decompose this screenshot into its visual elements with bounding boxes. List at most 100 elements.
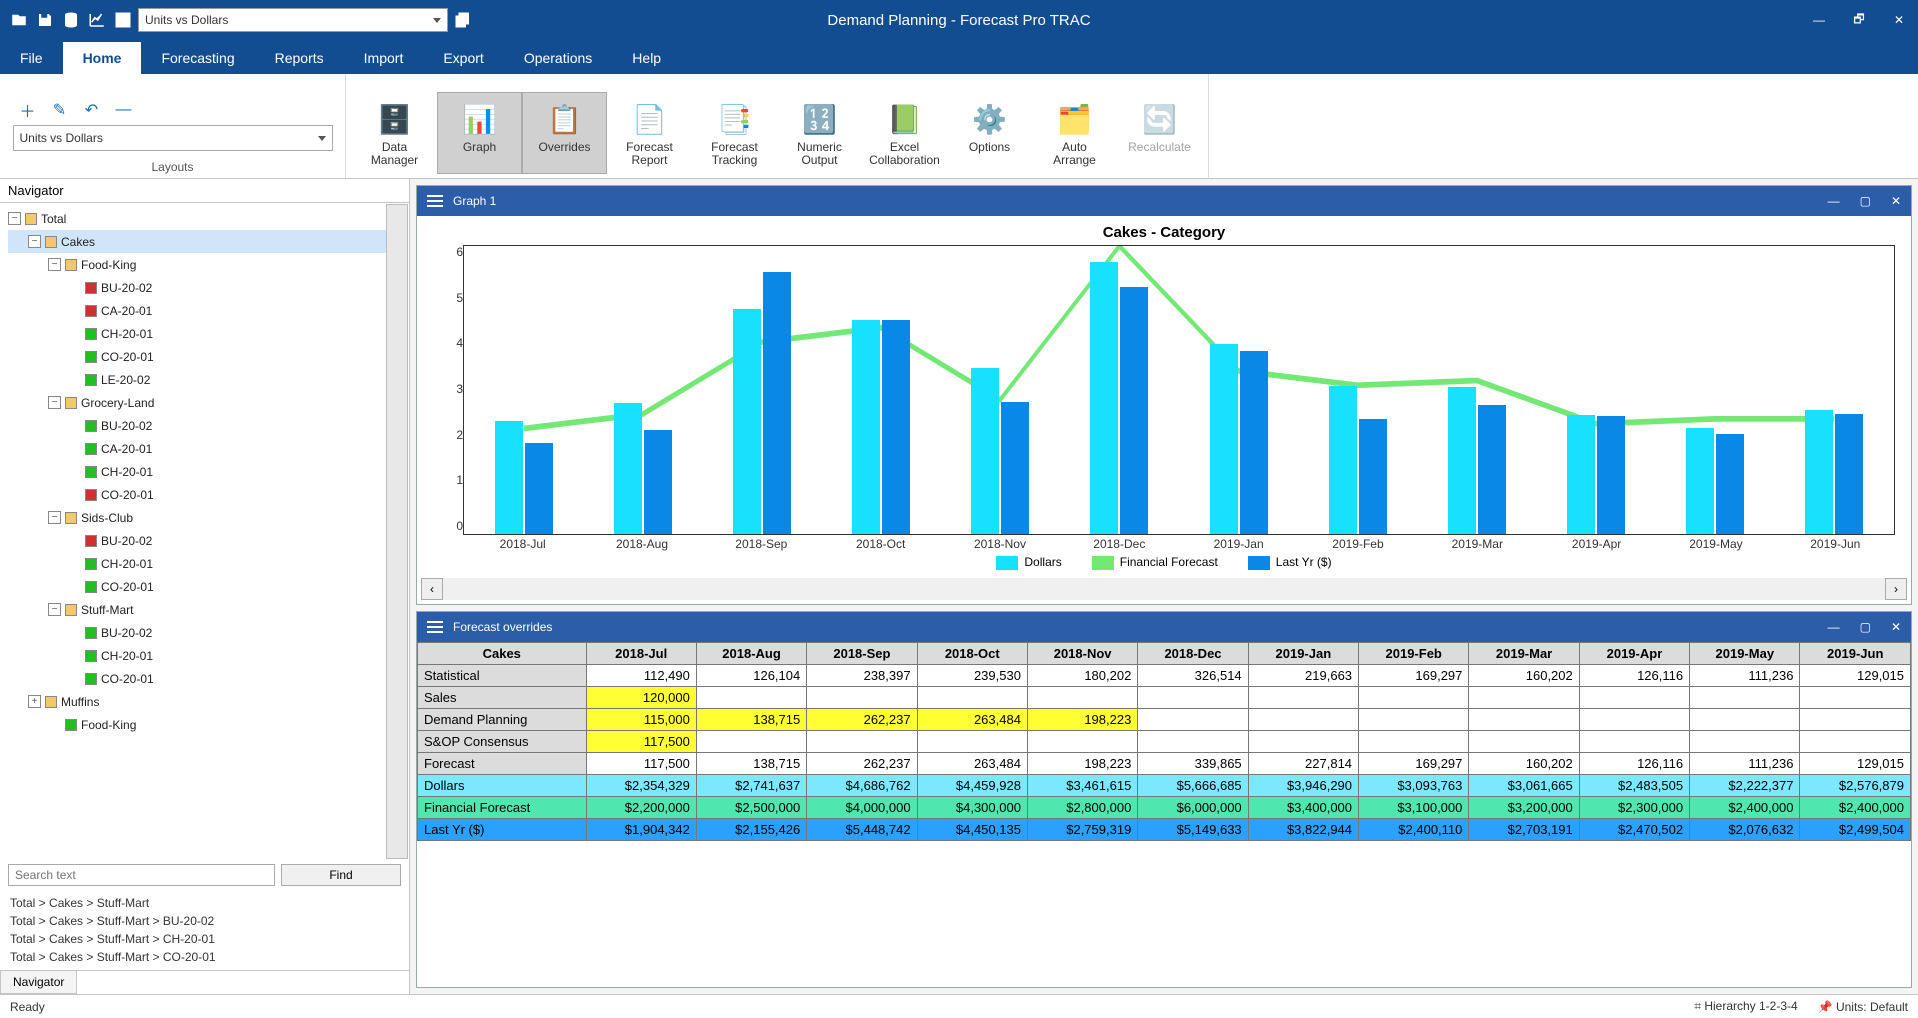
- override-cell[interactable]: $3,093,763: [1359, 775, 1469, 797]
- bar-group[interactable]: [464, 246, 583, 534]
- tree-node[interactable]: CO-20-01: [8, 667, 405, 690]
- override-cell[interactable]: $6,000,000: [1138, 797, 1248, 819]
- override-cell[interactable]: $2,076,632: [1690, 819, 1800, 841]
- override-cell[interactable]: $3,400,000: [1248, 797, 1358, 819]
- menu-import[interactable]: Import: [344, 42, 424, 74]
- undo-layout-icon[interactable]: ↶: [83, 101, 101, 119]
- override-cell[interactable]: 263,484: [917, 709, 1027, 731]
- override-cell[interactable]: [1469, 709, 1579, 731]
- override-cell[interactable]: 126,104: [696, 665, 806, 687]
- tree-node[interactable]: CA-20-01: [8, 299, 405, 322]
- panel-menu-icon[interactable]: [427, 195, 443, 207]
- override-cell[interactable]: $2,470,502: [1579, 819, 1689, 841]
- tree-node[interactable]: + Muffins: [8, 690, 405, 713]
- tree-node[interactable]: BU-20-02: [8, 276, 405, 299]
- override-cell[interactable]: $5,149,633: [1138, 819, 1248, 841]
- override-cell[interactable]: $2,155,426: [696, 819, 806, 841]
- tree-node[interactable]: − Stuff-Mart: [8, 598, 405, 621]
- copy-layout-icon[interactable]: [452, 9, 474, 31]
- chart-plot[interactable]: 2018-Jul2018-Aug2018-Sep2018-Oct2018-Nov…: [463, 245, 1895, 551]
- minimize-icon[interactable]: —: [1808, 9, 1830, 31]
- override-cell[interactable]: $3,461,615: [1027, 775, 1137, 797]
- override-cell[interactable]: [1248, 709, 1358, 731]
- bar-group[interactable]: [1537, 246, 1656, 534]
- override-cell[interactable]: $2,300,000: [1579, 797, 1689, 819]
- override-cell[interactable]: 339,865: [1138, 753, 1248, 775]
- ribbon-recalculate[interactable]: 🔄Recalculate: [1117, 92, 1202, 174]
- ribbon-data-manager[interactable]: 🗄️DataManager: [352, 92, 437, 174]
- tree-node[interactable]: Food-King: [8, 713, 405, 736]
- panel-maximize-icon[interactable]: ▢: [1860, 620, 1871, 634]
- override-cell[interactable]: [1138, 731, 1248, 753]
- override-cell[interactable]: 198,223: [1027, 753, 1137, 775]
- tree-node[interactable]: − Sids-Club: [8, 506, 405, 529]
- ribbon-overrides[interactable]: 📋Overrides: [522, 92, 607, 174]
- override-cell[interactable]: [917, 731, 1027, 753]
- override-cell[interactable]: $3,061,665: [1469, 775, 1579, 797]
- expand-icon[interactable]: −: [48, 511, 61, 524]
- override-cell[interactable]: $2,759,319: [1027, 819, 1137, 841]
- status-hierarchy-icon[interactable]: ⌗ Hierarchy 1-2-3-4: [1694, 999, 1797, 1014]
- override-cell[interactable]: 198,223: [1027, 709, 1137, 731]
- bar-group[interactable]: [1298, 246, 1417, 534]
- override-cell[interactable]: [1800, 709, 1911, 731]
- tree-node[interactable]: CH-20-01: [8, 460, 405, 483]
- overrides-table[interactable]: Cakes2018-Jul2018-Aug2018-Sep2018-Oct201…: [417, 642, 1911, 841]
- override-cell[interactable]: 160,202: [1469, 665, 1579, 687]
- override-cell[interactable]: 126,116: [1579, 753, 1689, 775]
- find-button[interactable]: Find: [281, 864, 401, 886]
- override-cell[interactable]: [1579, 731, 1689, 753]
- tree-node[interactable]: − Total: [8, 207, 405, 230]
- chart-scrollbar[interactable]: [443, 578, 1885, 600]
- path-item[interactable]: Total > Cakes > Stuff-Mart > BU-20-02: [10, 912, 399, 930]
- menu-help[interactable]: Help: [612, 42, 681, 74]
- tree-node[interactable]: CO-20-01: [8, 575, 405, 598]
- override-cell[interactable]: 239,530: [917, 665, 1027, 687]
- override-cell[interactable]: $2,354,329: [586, 775, 696, 797]
- menu-home[interactable]: Home: [63, 42, 142, 74]
- override-cell[interactable]: [1138, 687, 1248, 709]
- override-cell[interactable]: $2,483,505: [1579, 775, 1689, 797]
- save-icon[interactable]: [34, 9, 56, 31]
- tree-node[interactable]: BU-20-02: [8, 529, 405, 552]
- ribbon-auto-arrange[interactable]: 🗂️AutoArrange: [1032, 92, 1117, 174]
- override-cell[interactable]: $2,500,000: [696, 797, 806, 819]
- remove-layout-icon[interactable]: —: [115, 101, 133, 119]
- ribbon-forecast-report[interactable]: 📄ForecastReport: [607, 92, 692, 174]
- override-cell[interactable]: [1248, 687, 1358, 709]
- menu-forecasting[interactable]: Forecasting: [141, 42, 254, 74]
- override-cell[interactable]: $2,499,504: [1800, 819, 1911, 841]
- bar-group[interactable]: [941, 246, 1060, 534]
- override-cell[interactable]: $2,741,637: [696, 775, 806, 797]
- override-cell[interactable]: [1027, 687, 1137, 709]
- navigator-tree[interactable]: − Total− Cakes− Food-King BU-20-02 CA-20…: [0, 203, 409, 860]
- override-cell[interactable]: $2,400,000: [1800, 797, 1911, 819]
- chart-scroll-right[interactable]: ›: [1885, 578, 1907, 600]
- expand-icon[interactable]: −: [48, 396, 61, 409]
- grid-icon[interactable]: [112, 9, 134, 31]
- panel-close-icon[interactable]: ✕: [1891, 194, 1901, 208]
- override-cell[interactable]: [1800, 687, 1911, 709]
- override-cell[interactable]: [1469, 687, 1579, 709]
- panel-maximize-icon[interactable]: ▢: [1860, 194, 1871, 208]
- override-cell[interactable]: 169,297: [1359, 665, 1469, 687]
- bar-group[interactable]: [1179, 246, 1298, 534]
- add-layout-icon[interactable]: ＋: [19, 101, 37, 119]
- override-cell[interactable]: [807, 731, 917, 753]
- tree-node[interactable]: CA-20-01: [8, 437, 405, 460]
- override-cell[interactable]: 111,236: [1690, 753, 1800, 775]
- menu-operations[interactable]: Operations: [504, 42, 612, 74]
- override-cell[interactable]: $4,450,135: [917, 819, 1027, 841]
- override-cell[interactable]: [1690, 709, 1800, 731]
- edit-layout-icon[interactable]: ✎: [51, 101, 69, 119]
- path-item[interactable]: Total > Cakes > Stuff-Mart > CH-20-01: [10, 930, 399, 948]
- bar-group[interactable]: [1417, 246, 1536, 534]
- override-cell[interactable]: $2,200,000: [586, 797, 696, 819]
- menu-export[interactable]: Export: [423, 42, 503, 74]
- bar-group[interactable]: [822, 246, 941, 534]
- override-cell[interactable]: $4,459,928: [917, 775, 1027, 797]
- panel-menu-icon[interactable]: [427, 621, 443, 633]
- override-cell[interactable]: $2,703,191: [1469, 819, 1579, 841]
- open-icon[interactable]: [8, 9, 30, 31]
- override-cell[interactable]: $2,400,110: [1359, 819, 1469, 841]
